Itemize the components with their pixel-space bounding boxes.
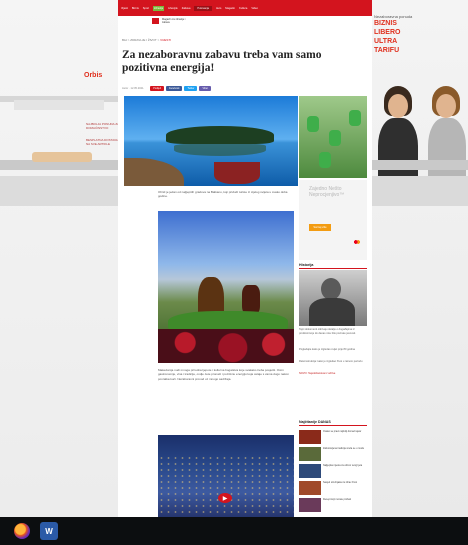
most-read-text: Savjeti stručnjaka za zdrav život [323, 481, 358, 484]
top-navigation: Vijesti Biznis Sport Zdravlje Lifestyle … [118, 0, 372, 16]
most-read-thumbnail [299, 464, 321, 478]
most-read-title: Najčitanije DANAS [299, 420, 367, 426]
ad-bread-display [32, 152, 92, 162]
grapes-shape [158, 329, 294, 363]
ad-display-case [372, 176, 468, 206]
nav-item[interactable]: Auto [216, 7, 221, 10]
left-side-ad[interactable]: Orbis NAJBOLJA PONUDA ZA DOMAĆINSTVO BES… [0, 0, 118, 517]
article-meta: Autor · 12.05.2021. Podijeli Facebook Tw… [122, 86, 212, 91]
ad-note: NAJBOLJA PONUDA ZA DOMAĆINSTVO [86, 122, 118, 130]
worker-shape [307, 116, 319, 132]
island-shape [166, 126, 274, 144]
right-ad-line: BIZNIS [374, 20, 397, 27]
nav-item-highlight[interactable]: Putovanja [194, 5, 212, 11]
sidebar-link[interactable]: NOVO: Svjedočanstva iz arhive [299, 372, 365, 376]
image-caption: Ohrid je jedan od najljepših gradova na … [158, 190, 288, 198]
firefox-icon[interactable] [14, 523, 30, 539]
viber-share-button[interactable]: Viber [199, 86, 212, 91]
ad-brand-logo: Orbis [84, 72, 103, 79]
nav-item[interactable]: Kultura [239, 7, 247, 10]
sidebar-section-title: Historija [299, 263, 367, 269]
most-read-thumbnail [299, 498, 321, 512]
most-read-text: Zaboravljena tradicija vraća se u modu [323, 447, 365, 450]
nav-item[interactable]: Sport [143, 7, 149, 10]
ad-display-case [0, 176, 118, 206]
portrait-head [321, 278, 341, 300]
article-hero-image [124, 96, 298, 186]
most-read-thumbnail [299, 430, 321, 444]
most-read-thumbnail [299, 481, 321, 495]
site-header: Magazin za zdravlje i zabavu [118, 16, 372, 26]
ad-note: BESPLATNA DOSTAVA NA SVE ARTIKLE [86, 138, 118, 146]
facebook-share-button[interactable]: Facebook [165, 86, 183, 91]
nav-item[interactable]: Lifestyle [168, 7, 178, 10]
mastercard-icon [354, 240, 360, 244]
article-title: Za nezaboravnu zabavu treba vam samo poz… [122, 49, 322, 74]
most-read-item[interactable]: Recept koji morate probati [299, 498, 367, 512]
breadcrumb-category[interactable]: VIJESTI [160, 38, 171, 42]
right-ad-copy[interactable]: Nezaboravna ponuda BIZNIS LIBERO ULTRA T… [374, 14, 414, 55]
island-reflection [174, 144, 266, 156]
most-read-item[interactable]: Najljepša mjesta za odmor ovog ljeta [299, 464, 367, 478]
worker-shape [349, 110, 361, 126]
right-side-ad[interactable] [372, 0, 468, 517]
nav-item[interactable]: Video [251, 7, 258, 10]
worker-shape [319, 152, 331, 168]
nav-item[interactable]: Vijesti [121, 7, 128, 10]
nav-item-active[interactable]: Zdravlje [153, 5, 165, 11]
sidebar-story-text[interactable]: Tajni dokumenti otkrivaju detalje o doga… [299, 328, 365, 335]
article-image-wine [158, 211, 294, 363]
most-read-text: Najljepša mjesta za odmor ovog ljeta [323, 464, 363, 467]
most-read-item[interactable]: Ovako se pravi najbolji domaći ajvar [299, 430, 367, 444]
site-logo-icon[interactable] [152, 18, 159, 24]
right-ad-line: TARIFU [374, 47, 400, 54]
nav-item[interactable]: Biznis [132, 7, 139, 10]
right-ad-line: LIBERO [374, 29, 401, 36]
ad-shelf-items [14, 100, 104, 110]
sidebar-link[interactable]: Rekonstrukcija: kako je izgledao život u… [299, 360, 365, 364]
article-body: Makedonija nudi mnoga prirodna ljepote i… [158, 368, 289, 381]
site-logo-text[interactable]: Magazin za zdravlje i zabavu [162, 18, 192, 24]
portrait-body [309, 298, 355, 326]
rock-shape [124, 158, 184, 186]
ad-person-1-face [388, 94, 408, 118]
twitter-share-button[interactable]: Twitter [184, 86, 198, 91]
sidebar-story-image[interactable] [299, 270, 367, 326]
ad-person-2-face [436, 94, 456, 118]
article-video-thumbnail[interactable]: ▶ [158, 435, 294, 517]
ad-counter [372, 160, 468, 170]
city-lights [158, 455, 294, 517]
breadcrumb: BiH > ZDRAVLJE I ŽIVOT > VIJESTI [122, 38, 171, 42]
sidebar-ad-button[interactable]: Saznaj više [309, 224, 331, 231]
article-page: Vijesti Biznis Sport Zdravlje Lifestyle … [118, 0, 372, 517]
nav-item[interactable]: Zabava [182, 7, 191, 10]
sidebar-ad-title: Zajedno Nešto Neprocjenjivo™ [309, 186, 345, 198]
most-read-text: Ovako se pravi najbolji domaći ajvar [323, 430, 362, 433]
sidebar-link[interactable]: Pogledajte kako je izgledao svijet prije… [299, 348, 365, 352]
sidebar-image[interactable] [299, 96, 367, 178]
boat-shape [214, 162, 260, 184]
most-read-text: Recept koji morate probati [323, 498, 351, 501]
article-date: Autor · 12.05.2021. [122, 87, 145, 90]
sidebar-ad[interactable]: Zajedno Nešto Neprocjenjivo™ Saznaj više [299, 180, 367, 260]
nav-item[interactable]: Magazin [225, 7, 235, 10]
breadcrumb-path[interactable]: BiH > ZDRAVLJE I ŽIVOT > [122, 38, 159, 42]
worker-shape [329, 130, 341, 146]
os-taskbar: W [0, 517, 468, 545]
most-read-item[interactable]: Zaboravljena tradicija vraća se u modu [299, 447, 367, 461]
right-ad-line: ULTRA [374, 38, 398, 45]
most-read-thumbnail [299, 447, 321, 461]
play-icon[interactable]: ▶ [218, 493, 232, 503]
word-icon[interactable]: W [40, 522, 58, 540]
most-read-item[interactable]: Savjeti stručnjaka za zdrav život [299, 481, 367, 495]
share-button[interactable]: Podijeli [150, 86, 164, 91]
